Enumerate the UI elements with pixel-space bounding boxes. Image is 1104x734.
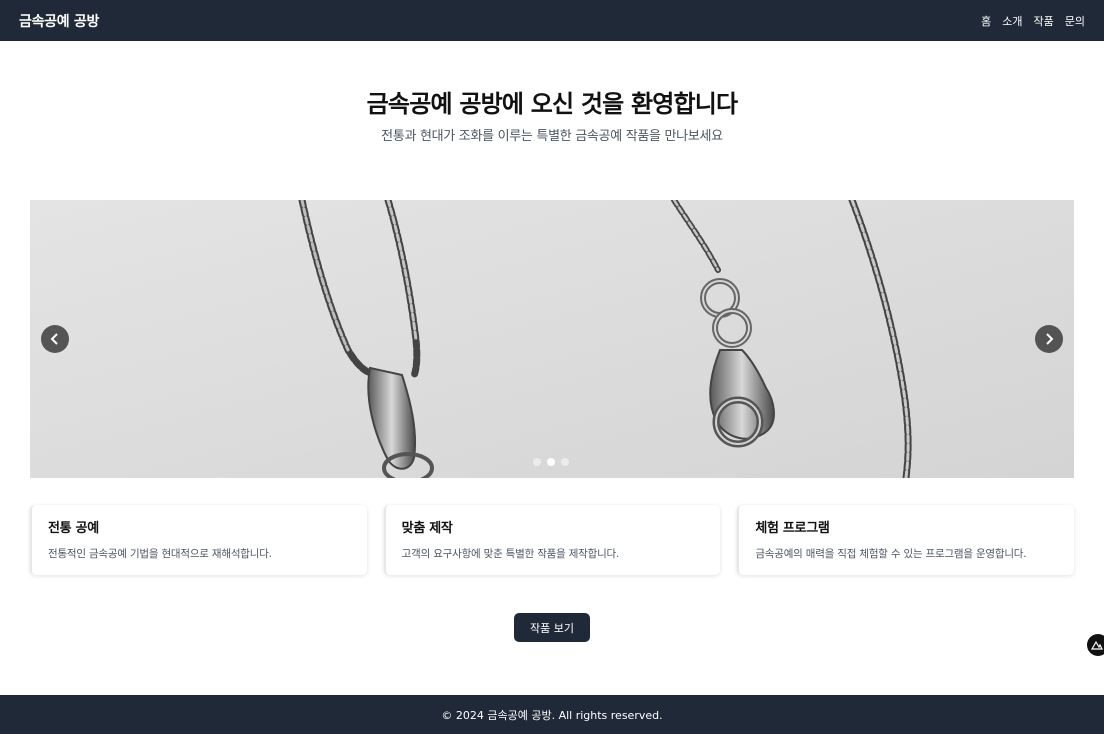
chevron-left-icon	[50, 333, 58, 345]
feature-cards: 전통 공예 전통적인 금속공예 기법을 현대적으로 재해석합니다. 맞춤 제작 …	[30, 505, 1075, 575]
carousel-indicator-1[interactable]	[533, 458, 541, 466]
top-navbar: 금속공예 공방 홈 소개 작품 문의	[0, 0, 1104, 41]
floating-widget-icon[interactable]	[1087, 634, 1104, 656]
chevron-right-icon	[1046, 333, 1054, 345]
nav-link-works[interactable]: 작품	[1034, 13, 1054, 29]
card-description: 금속공예의 매력을 직접 체험할 수 있는 프로그램을 운영합니다.	[755, 548, 1027, 560]
feature-card-experience: 체험 프로그램 금속공예의 매력을 직접 체험할 수 있는 프로그램을 운영합니…	[737, 505, 1075, 575]
site-brand[interactable]: 금속공예 공방	[19, 11, 99, 31]
nav-link-about[interactable]: 소개	[1002, 13, 1022, 29]
hero-title: 금속공예 공방에 오신 것을 환영합니다	[366, 90, 739, 118]
feature-card-traditional: 전통 공예 전통적인 금속공예 기법을 현대적으로 재해석합니다.	[30, 505, 367, 575]
feature-card-custom: 맞춤 제작 고객의 요구사항에 맞춘 특별한 작품을 제작합니다.	[383, 505, 721, 575]
hero-subtitle: 전통과 현대가 조화를 이루는 특별한 금속공예 작품을 만나보세요	[381, 129, 723, 144]
card-title: 체험 프로그램	[755, 521, 830, 536]
nav-links: 홈 소개 작품 문의	[981, 13, 1085, 29]
mountain-icon	[1091, 640, 1103, 650]
carousel-indicator-3[interactable]	[561, 458, 569, 466]
card-description: 고객의 요구사항에 맞춘 특별한 작품을 제작합니다.	[401, 548, 620, 560]
carousel-prev-button[interactable]	[41, 325, 69, 353]
card-description: 전통적인 금속공예 기법을 현대적으로 재해석합니다.	[48, 548, 272, 560]
nav-link-contact[interactable]: 문의	[1065, 13, 1085, 29]
image-carousel	[30, 200, 1074, 478]
view-works-button[interactable]: 작품 보기	[514, 613, 590, 642]
card-title: 맞춤 제작	[401, 521, 453, 536]
card-title: 전통 공예	[48, 521, 99, 536]
footer-copyright: © 2024 금속공예 공방. All rights reserved.	[441, 708, 663, 722]
carousel-slide-image	[30, 200, 1074, 478]
carousel-indicator-2[interactable]	[547, 458, 555, 466]
carousel-next-button[interactable]	[1035, 325, 1063, 353]
nav-link-home[interactable]: 홈	[981, 13, 991, 29]
site-footer: © 2024 금속공예 공방. All rights reserved.	[0, 695, 1104, 734]
carousel-indicators	[533, 458, 569, 466]
